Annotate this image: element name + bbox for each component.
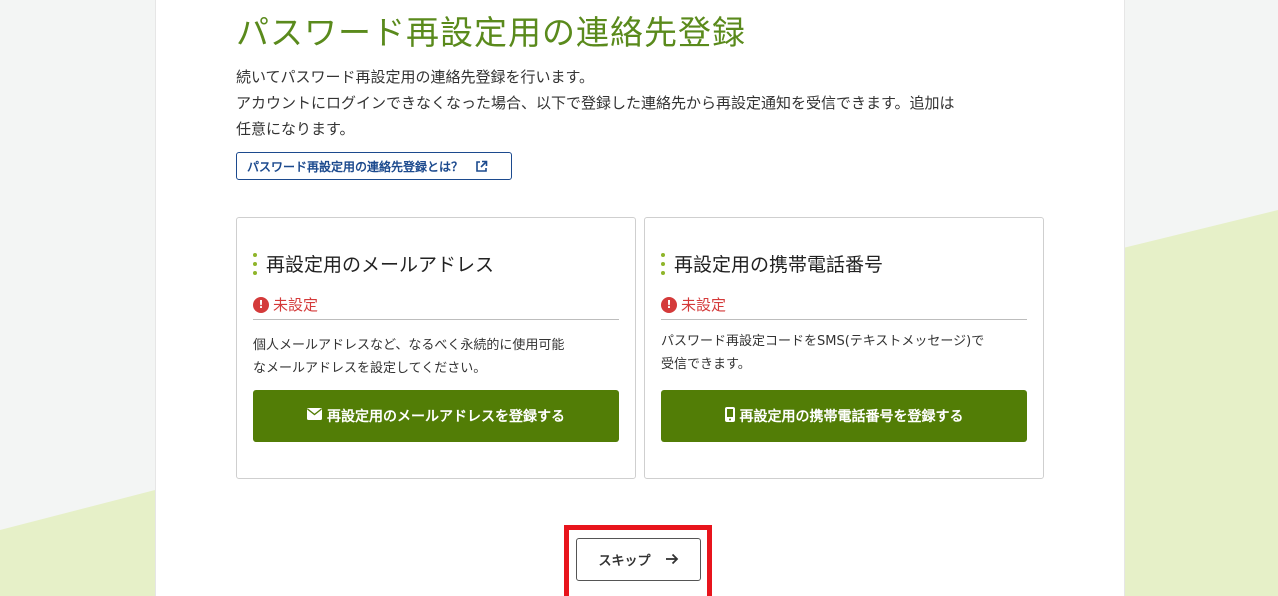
- card-description-line: 個人メールアドレスなど、なるべく永続的に使用可能: [253, 338, 565, 353]
- skip-label: スキップ: [598, 554, 651, 569]
- external-link-icon: [475, 160, 488, 173]
- register-email-button[interactable]: 再設定用のメールアドレスを登録する: [253, 390, 619, 442]
- card-description: パスワード再設定コードをSMS(テキストメッセージ)で 受信できます。: [661, 330, 1027, 376]
- register-phone-label: 再設定用の携帯電話番号を登録する: [739, 409, 964, 425]
- help-link-button[interactable]: パスワード再設定用の連絡先登録とは？: [236, 152, 512, 180]
- skip-button[interactable]: スキップ: [576, 538, 701, 581]
- status-badge: ! 未設定: [661, 294, 1027, 320]
- status-label: 未設定: [681, 296, 727, 314]
- description-line: 任意になります。: [236, 120, 355, 138]
- accent-dots-icon: [661, 252, 665, 275]
- register-phone-button[interactable]: 再設定用の携帯電話番号を登録する: [661, 390, 1027, 442]
- mobile-phone-icon: [724, 406, 735, 426]
- envelope-icon: [307, 408, 322, 424]
- card-description-line: 受信できます。: [661, 357, 751, 372]
- register-email-label: 再設定用のメールアドレスを登録する: [327, 409, 565, 425]
- card-title: 再設定用のメールアドレス: [253, 250, 494, 277]
- page-title: パスワード再設定用の連絡先登録: [236, 13, 746, 52]
- page-description: 続いてパスワード再設定用の連絡先登録を行います。 アカウントにログインできなくな…: [236, 64, 1056, 142]
- card-title-label: 再設定用の携帯電話番号: [674, 254, 884, 276]
- main-panel: パスワード再設定用の連絡先登録 続いてパスワード再設定用の連絡先登録を行います。…: [155, 0, 1125, 596]
- card-description: 個人メールアドレスなど、なるべく永続的に使用可能 なメールアドレスを設定してくだ…: [253, 334, 619, 380]
- card-description-line: パスワード再設定コードをSMS(テキストメッセージ)で: [661, 334, 985, 349]
- description-line: 続いてパスワード再設定用の連絡先登録を行います。: [236, 68, 595, 86]
- status-badge: ! 未設定: [253, 294, 619, 320]
- description-line: アカウントにログインできなくなった場合、以下で登録した連絡先から再設定通知を受信…: [236, 94, 955, 112]
- help-link-label: パスワード再設定用の連絡先登録とは？: [247, 159, 464, 174]
- alert-icon: !: [661, 296, 677, 313]
- card-description-line: なメールアドレスを設定してください。: [253, 361, 487, 376]
- alert-icon: !: [253, 296, 269, 313]
- phone-card: 再設定用の携帯電話番号 ! 未設定 パスワード再設定コードをSMS(テキストメッ…: [644, 217, 1044, 479]
- arrow-right-icon: [665, 551, 679, 569]
- accent-dots-icon: [253, 252, 257, 275]
- status-label: 未設定: [273, 296, 319, 314]
- card-title: 再設定用の携帯電話番号: [661, 250, 883, 277]
- email-card: 再設定用のメールアドレス ! 未設定 個人メールアドレスなど、なるべく永続的に使…: [236, 217, 636, 479]
- card-title-label: 再設定用のメールアドレス: [266, 254, 495, 276]
